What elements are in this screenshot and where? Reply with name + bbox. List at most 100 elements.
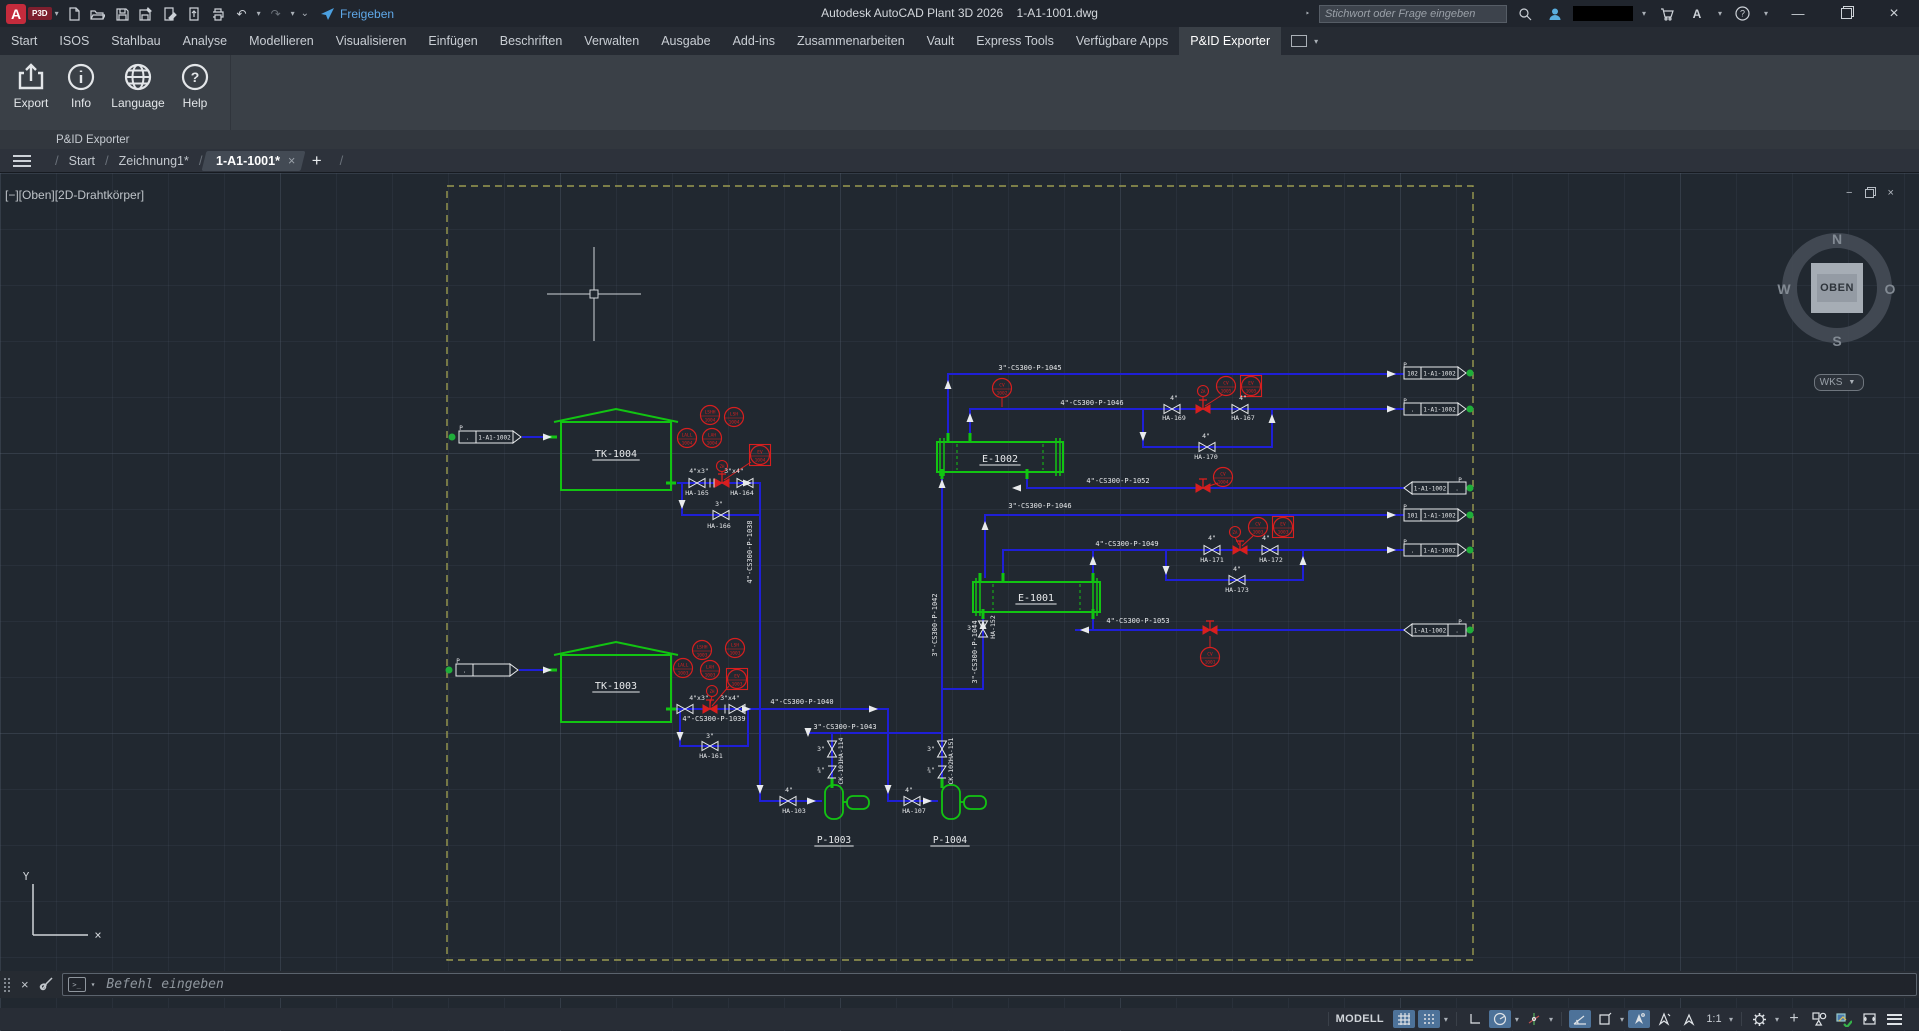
viewcube-south[interactable]: S	[1832, 333, 1841, 349]
print-icon[interactable]	[206, 3, 230, 25]
command-history-icon[interactable]: ▾	[91, 980, 96, 989]
redo-icon[interactable]: ↷	[264, 3, 288, 25]
separator	[1741, 1012, 1742, 1026]
tab-start[interactable]: Start	[0, 27, 48, 55]
tab-visualisieren[interactable]: Visualisieren	[325, 27, 418, 55]
plot-icon[interactable]	[158, 3, 182, 25]
share-button[interactable]: Freigeben	[320, 7, 394, 21]
tab-pid-exporter[interactable]: P&ID Exporter	[1179, 27, 1281, 55]
tab-express-tools[interactable]: Express Tools	[965, 27, 1065, 55]
snap-icon[interactable]	[1418, 1010, 1440, 1028]
file-tab-zeichnung1[interactable]: Zeichnung1*	[119, 154, 189, 168]
tab-zusammenarbeiten[interactable]: Zusammenarbeiten	[786, 27, 916, 55]
osnap-3d-icon[interactable]	[1523, 1010, 1545, 1028]
osnap-2d-icon[interactable]	[1678, 1010, 1700, 1028]
tab-analyse[interactable]: Analyse	[172, 27, 238, 55]
autodesk-a-icon[interactable]: A	[1685, 3, 1709, 25]
osnap-tracking-icon[interactable]	[1628, 1010, 1650, 1028]
export-button[interactable]: Export	[6, 59, 56, 113]
scale-dropdown-icon[interactable]: ▾	[1728, 1015, 1734, 1024]
grid-icon[interactable]	[1393, 1010, 1415, 1028]
save-as-icon[interactable]	[134, 3, 158, 25]
snap-dropdown-icon[interactable]: ▾	[1443, 1015, 1449, 1024]
file-tab-start[interactable]: Start	[69, 154, 95, 168]
close-tab-icon[interactable]: ×	[288, 154, 295, 168]
tab-beschriften[interactable]: Beschriften	[489, 27, 574, 55]
wcs-menu[interactable]: WKS▼	[1814, 374, 1864, 391]
search-icon[interactable]	[1513, 3, 1537, 25]
tab-verwalten[interactable]: Verwalten	[573, 27, 650, 55]
tab-addins[interactable]: Add-ins	[722, 27, 786, 55]
model-space-label[interactable]: MODELL	[1336, 1013, 1384, 1025]
close-button[interactable]: ×	[1873, 0, 1915, 27]
vp-restore-icon[interactable]	[1865, 189, 1874, 198]
info-button[interactable]: Info	[56, 59, 106, 113]
file-tab-1-a1-1001[interactable]: 1-A1-1001*×	[202, 151, 306, 171]
search-input[interactable]	[1319, 5, 1507, 23]
minimize-button[interactable]: —	[1777, 0, 1819, 27]
account-dropdown-icon[interactable]: ▾	[1642, 9, 1646, 18]
separator	[1328, 1012, 1329, 1026]
vp-close-icon[interactable]: ×	[1887, 187, 1893, 199]
customization-menu-icon[interactable]	[1883, 1010, 1905, 1028]
graphics-performance-icon[interactable]	[1833, 1010, 1855, 1028]
help-dropdown-icon[interactable]: ▾	[1764, 9, 1768, 18]
tab-separator: /	[105, 153, 109, 168]
tab-separator: /	[340, 153, 344, 168]
file-tab-menu-icon[interactable]	[13, 155, 31, 167]
tab-ausgabe[interactable]: Ausgabe	[650, 27, 721, 55]
search-history-icon[interactable]: ‣	[1305, 9, 1310, 18]
annotation-scale-value[interactable]: 1:1	[1703, 1010, 1725, 1028]
command-input[interactable]: >_ ▾ Befehl eingeben	[62, 973, 1917, 996]
viewcube-face-top[interactable]: OBEN	[1811, 263, 1863, 313]
crosshair-plus-icon[interactable]: +	[1783, 1010, 1805, 1028]
cart-icon[interactable]	[1655, 3, 1679, 25]
new-file-icon[interactable]	[62, 3, 86, 25]
ribbon-display-toggle[interactable]: ▾	[1291, 27, 1321, 55]
open-folder-icon[interactable]	[86, 3, 110, 25]
drawing-canvas[interactable]	[0, 172, 1919, 1031]
polar-dropdown-icon[interactable]: ▾	[1514, 1015, 1520, 1024]
help-icon: ?	[180, 62, 210, 92]
language-button[interactable]: Language	[106, 59, 170, 113]
isolate-objects-icon[interactable]	[1808, 1010, 1830, 1028]
viewcube-east[interactable]: O	[1885, 281, 1896, 297]
mobile-upload-icon[interactable]	[182, 3, 206, 25]
undo-dropdown-icon[interactable]: ▾	[257, 9, 261, 18]
viewcube[interactable]: N W O S OBEN	[1782, 233, 1892, 343]
osnap-icon[interactable]	[1653, 1010, 1675, 1028]
ortho-icon[interactable]	[1464, 1010, 1486, 1028]
settings-gear-icon[interactable]	[1749, 1010, 1771, 1028]
help-icon[interactable]: ?	[1731, 3, 1755, 25]
undo-icon[interactable]: ↶	[230, 3, 254, 25]
constraints-dropdown-icon[interactable]: ▾	[1619, 1015, 1625, 1024]
apps-dropdown-icon[interactable]: ▾	[1718, 9, 1722, 18]
restore-button[interactable]	[1825, 0, 1867, 27]
new-drawing-button[interactable]: +	[312, 151, 322, 171]
command-grip-handle[interactable]	[3, 977, 11, 993]
polar-tracking-icon[interactable]	[1489, 1010, 1511, 1028]
viewport-controls-label[interactable]: [−][Oben][2D-Drahtkörper]	[5, 188, 144, 202]
settings-dropdown-icon[interactable]: ▾	[1774, 1015, 1780, 1024]
viewcube-north[interactable]: N	[1832, 231, 1842, 247]
osnap-3d-dropdown-icon[interactable]: ▾	[1548, 1015, 1554, 1024]
user-icon[interactable]	[1543, 3, 1567, 25]
vp-minimize-icon[interactable]: −	[1846, 187, 1852, 199]
isodraft-icon[interactable]	[1569, 1010, 1591, 1028]
app-menu-button[interactable]: A P3D ▾	[6, 4, 62, 24]
dynamic-constraints-icon[interactable]	[1594, 1010, 1616, 1028]
close-command-icon[interactable]: ×	[21, 977, 29, 992]
wrench-icon[interactable]	[39, 976, 54, 994]
tab-verfuegbare-apps[interactable]: Verfügbare Apps	[1065, 27, 1179, 55]
tab-stahlbau[interactable]: Stahlbau	[100, 27, 171, 55]
viewcube-west[interactable]: W	[1777, 281, 1790, 297]
tab-isos[interactable]: ISOS	[48, 27, 100, 55]
tab-vault[interactable]: Vault	[916, 27, 966, 55]
save-icon[interactable]	[110, 3, 134, 25]
clean-screen-icon[interactable]	[1858, 1010, 1880, 1028]
qat-customize-icon[interactable]: ⌄	[301, 8, 309, 19]
tab-modellieren[interactable]: Modellieren	[238, 27, 325, 55]
redo-dropdown-icon[interactable]: ▾	[291, 9, 295, 18]
help-button[interactable]: ? Help	[170, 59, 220, 113]
tab-einfuegen[interactable]: Einfügen	[417, 27, 488, 55]
